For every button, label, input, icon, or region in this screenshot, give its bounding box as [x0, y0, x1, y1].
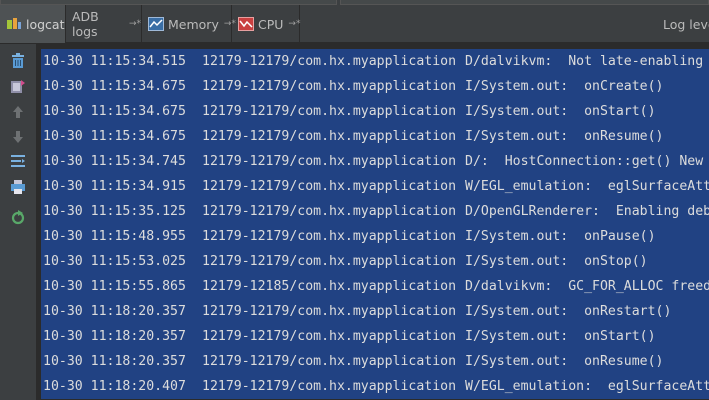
log-tag: I/System.out: onStart() [465, 329, 656, 344]
log-time: 10-30 11:15:34.515 [43, 54, 186, 69]
arrow-down-icon[interactable] [9, 128, 27, 146]
log-time: 10-30 11:15:34.675 [43, 79, 186, 94]
cpu-chart-icon [238, 17, 254, 31]
log-row[interactable]: 10-30 11:15:34.915 12179-12179/com.hx.mya… [41, 174, 709, 199]
memory-chart-icon [148, 17, 164, 31]
log-row[interactable]: 10-30 11:15:34.515 12179-12179/com.hx.mya… [41, 49, 709, 74]
log-row[interactable]: 10-30 11:18:20.407 12179-12179/com.hx.mya… [41, 374, 709, 399]
log-tag: D/dalvikvm: Not late-enabling [465, 54, 704, 69]
log-row[interactable]: 10-30 11:18:20.357 12179-12179/com.hx.mya… [41, 324, 709, 349]
tab-label: logcat [26, 16, 65, 32]
log-row[interactable]: 10-30 11:15:35.125 12179-12179/com.hx.mya… [41, 199, 709, 224]
log-time: 10-30 11:15:48.955 [43, 229, 186, 244]
log-tag: I/System.out: onCreate() [465, 79, 664, 94]
log-tag: D/dalvikvm: GC_FOR_ALLOC freed [465, 279, 709, 294]
log-tag: I/System.out: onResume() [465, 129, 664, 144]
log-tag: W/EGL_emulation: eglSurfaceAtt [465, 379, 709, 394]
log-pid: 12179-12179/com.hx.myapplication [202, 179, 457, 194]
tab-label: Memory [168, 16, 219, 32]
tab-adb-logs[interactable]: ADB logs →* [66, 5, 142, 43]
log-time: 10-30 11:15:35.125 [43, 204, 186, 219]
pin-icon[interactable]: →* [129, 19, 141, 29]
log-pid: 12179-12179/com.hx.myapplication [202, 354, 457, 369]
log-pid: 12179-12179/com.hx.myapplication [202, 304, 457, 319]
log-row[interactable]: 10-30 11:15:34.675 12179-12179/com.hx.mya… [41, 74, 709, 99]
android-icon [6, 17, 22, 31]
log-level-label: Log level [663, 17, 709, 32]
log-tag: I/System.out: onRestart() [465, 304, 672, 319]
log-time: 10-30 11:15:34.745 [43, 154, 186, 169]
log-time: 10-30 11:15:53.025 [43, 254, 186, 269]
log-row[interactable]: 10-30 11:15:34.745 12179-12179/com.hx.mya… [41, 149, 709, 174]
log-row[interactable]: 10-30 11:15:53.025 12179-12179/com.hx.mya… [41, 249, 709, 274]
tab-cpu[interactable]: CPU →* [232, 5, 300, 43]
log-time: 10-30 11:18:20.357 [43, 329, 186, 344]
log-pid: 12179-12179/com.hx.myapplication [202, 54, 457, 69]
tab-label: CPU [258, 16, 284, 32]
log-tag: W/EGL_emulation: eglSurfaceAtt [465, 179, 709, 194]
log-row[interactable]: 10-30 11:15:55.865 12179-12185/com.hx.mya… [41, 274, 709, 299]
log-time: 10-30 11:15:34.675 [43, 129, 186, 144]
restart-icon[interactable] [9, 78, 27, 96]
log-pid: 12179-12179/com.hx.myapplication [202, 329, 457, 344]
log-pid: 12179-12179/com.hx.myapplication [202, 229, 457, 244]
log-time: 10-30 11:18:20.357 [43, 304, 186, 319]
tab-logcat[interactable]: logcat [0, 5, 66, 43]
log-row[interactable]: 10-30 11:15:34.675 12179-12179/com.hx.mya… [41, 124, 709, 149]
print-icon[interactable] [9, 178, 27, 196]
arrow-up-icon[interactable] [9, 103, 27, 121]
log-row[interactable]: 10-30 11:18:20.357 12179-12179/com.hx.mya… [41, 349, 709, 374]
pin-icon[interactable]: →* [288, 19, 300, 29]
tab-bar: logcat ADB logs →* Memory →* CPU →* Log … [0, 5, 709, 43]
log-row[interactable]: 10-30 11:15:48.955 12179-12179/com.hx.mya… [41, 224, 709, 249]
log-pid: 12179-12179/com.hx.myapplication [202, 129, 457, 144]
log-pid: 12179-12179/com.hx.myapplication [202, 154, 457, 169]
log-tag: D/: HostConnection::get() New [465, 154, 704, 169]
log-tag: I/System.out: onResume() [465, 354, 664, 369]
log-time: 10-30 11:15:34.915 [43, 179, 186, 194]
log-tag: I/System.out: onStop() [465, 254, 648, 269]
log-pid: 12179-12185/com.hx.myapplication [202, 279, 457, 294]
log-time: 10-30 11:15:34.675 [43, 104, 186, 119]
log-time: 10-30 11:18:20.357 [43, 354, 186, 369]
log-pid: 12179-12179/com.hx.myapplication [202, 379, 457, 394]
log-time: 10-30 11:15:55.865 [43, 279, 186, 294]
log-pid: 12179-12179/com.hx.myapplication [202, 104, 457, 119]
log-pid: 12179-12179/com.hx.myapplication [202, 79, 457, 94]
log-tag: I/System.out: onPause() [465, 229, 656, 244]
left-toolbar [0, 44, 37, 400]
refresh-icon[interactable] [9, 208, 27, 226]
trash-icon[interactable] [9, 52, 27, 70]
log-pid: 12179-12179/com.hx.myapplication [202, 204, 457, 219]
log-tag: I/System.out: onStart() [465, 104, 656, 119]
logcat-window: logcat ADB logs →* Memory →* CPU →* Log … [0, 0, 709, 400]
log-row[interactable]: 10-30 11:15:34.675 12179-12179/com.hx.mya… [41, 99, 709, 124]
log-tag: D/OpenGLRenderer: Enabling deb [465, 204, 709, 219]
log-pid: 12179-12179/com.hx.myapplication [202, 254, 457, 269]
tab-memory[interactable]: Memory →* [142, 5, 236, 43]
tab-label: ADB logs [72, 9, 99, 39]
log-row[interactable]: 10-30 11:18:20.357 12179-12179/com.hx.mya… [41, 299, 709, 324]
log-time: 10-30 11:18:20.407 [43, 379, 186, 394]
soft-wrap-icon[interactable] [9, 152, 27, 170]
log-output[interactable]: 10-30 11:15:34.515 12179-12179/com.hx.mya… [37, 44, 709, 400]
